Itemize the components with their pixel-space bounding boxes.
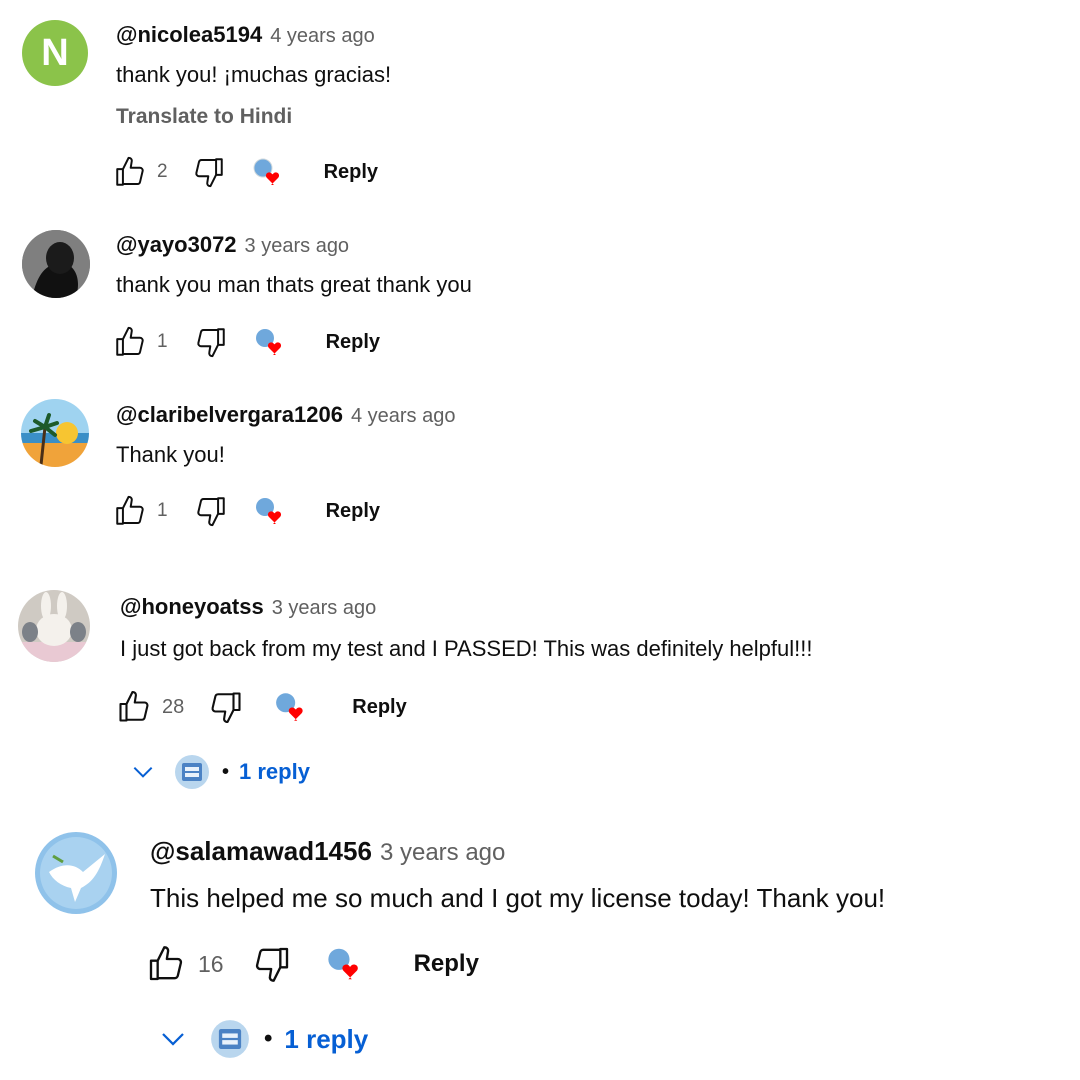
chevron-down-icon <box>130 759 156 785</box>
translate-link[interactable]: Translate to Hindi <box>116 105 391 129</box>
comment-text: thank you man thats great thank you <box>116 272 472 297</box>
replies-count-link[interactable]: 1 reply <box>239 759 310 785</box>
comment-author[interactable]: @honeyoatss <box>120 594 264 620</box>
like-count: 16 <box>198 950 224 977</box>
like-count: 2 <box>157 161 168 182</box>
thumbs-down-icon[interactable] <box>192 155 226 189</box>
thumbs-down-icon[interactable] <box>208 689 244 725</box>
view-replies-toggle[interactable]: • 1 reply <box>158 1016 368 1062</box>
replies-count-link[interactable]: 1 reply <box>284 1024 368 1055</box>
creator-avatar <box>174 754 210 790</box>
comment-author[interactable]: @nicolea5194 <box>116 22 262 48</box>
comment-author[interactable]: @salamawad1456 <box>150 836 372 867</box>
thumbs-up-icon[interactable] <box>113 155 147 189</box>
comment-author[interactable]: @claribelvergara1206 <box>116 402 343 428</box>
reply-button[interactable]: Reply <box>324 161 378 184</box>
avatar[interactable] <box>21 399 89 467</box>
comment-timestamp[interactable]: 3 years ago <box>380 839 505 867</box>
thumbs-up-icon[interactable] <box>146 944 186 984</box>
chevron-down-icon <box>158 1024 188 1054</box>
comment-timestamp[interactable]: 3 years ago <box>245 235 350 258</box>
reply-button[interactable]: Reply <box>414 950 479 978</box>
like-count: 1 <box>157 331 168 352</box>
thumbs-down-icon[interactable] <box>252 944 292 984</box>
avatar[interactable]: N <box>22 20 88 86</box>
thumbs-down-icon[interactable] <box>194 494 228 528</box>
reply-button[interactable]: Reply <box>326 331 380 354</box>
thumbs-up-icon[interactable] <box>116 689 152 725</box>
comment-timestamp[interactable]: 4 years ago <box>351 405 456 428</box>
avatar[interactable] <box>22 230 90 298</box>
like-count: 1 <box>157 500 168 521</box>
reply-button[interactable]: Reply <box>352 696 406 719</box>
creator-heart-icon[interactable] <box>254 325 288 359</box>
comment-timestamp[interactable]: 3 years ago <box>272 597 377 620</box>
thumbs-down-icon[interactable] <box>194 325 228 359</box>
avatar[interactable] <box>18 590 90 662</box>
creator-heart-icon[interactable] <box>274 689 310 725</box>
comment-text: This helped me so much and I got my lice… <box>150 883 886 913</box>
avatar[interactable] <box>35 832 117 914</box>
reply-button[interactable]: Reply <box>326 500 380 523</box>
comment-text: I just got back from my test and I PASSE… <box>120 636 813 661</box>
creator-heart-icon[interactable] <box>254 494 288 528</box>
avatar-letter: N <box>41 31 69 74</box>
creator-avatar <box>210 1019 250 1059</box>
thumbs-up-icon[interactable] <box>113 325 147 359</box>
like-count: 28 <box>162 695 185 718</box>
comment-text: thank you! ¡muchas gracias! <box>116 62 392 87</box>
comment-author[interactable]: @yayo3072 <box>116 232 237 258</box>
creator-heart-icon[interactable] <box>326 944 366 984</box>
thumbs-up-icon[interactable] <box>113 494 147 528</box>
comment-text: Thank you! <box>116 442 225 467</box>
creator-heart-icon[interactable] <box>252 155 286 189</box>
view-replies-toggle[interactable]: • 1 reply <box>130 752 310 792</box>
comment-timestamp[interactable]: 4 years ago <box>270 25 375 48</box>
